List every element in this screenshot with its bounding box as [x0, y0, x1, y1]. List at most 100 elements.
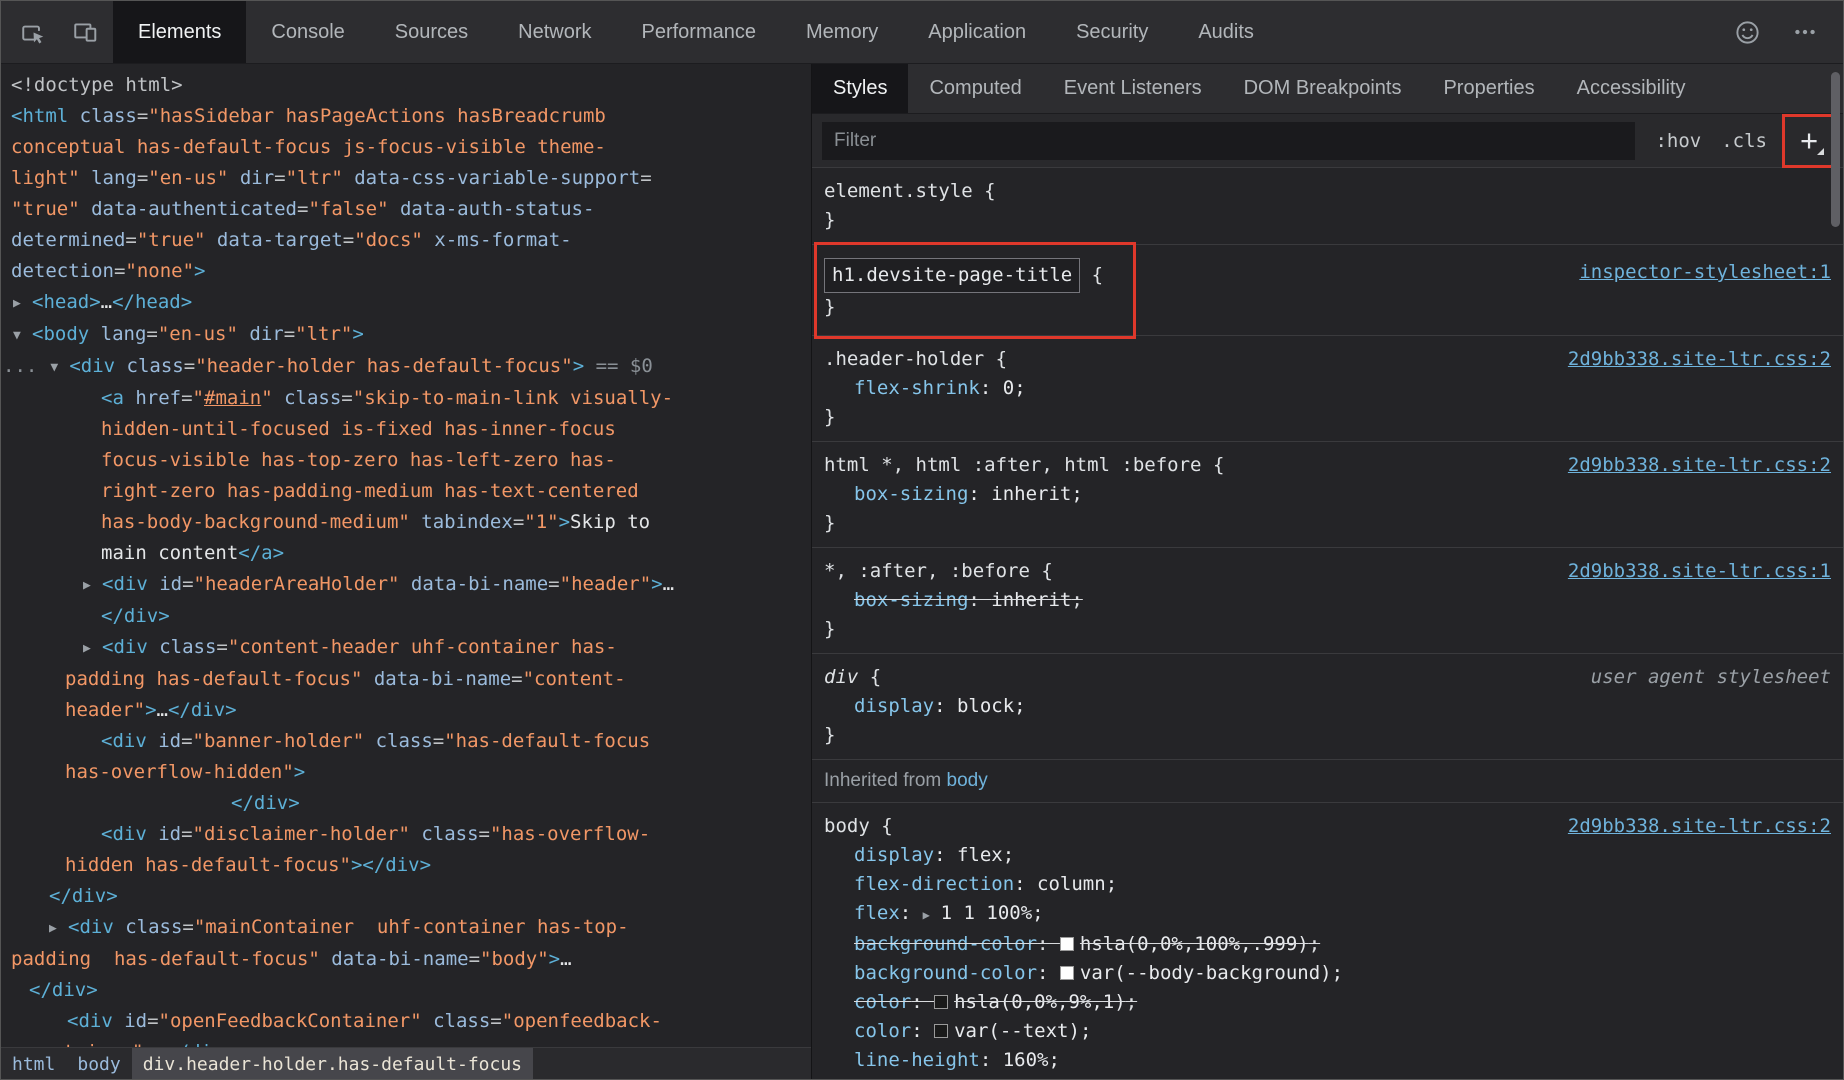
rule-selector[interactable]: *, :after, :before {	[824, 557, 1053, 586]
breadcrumb-item[interactable]: html	[1, 1048, 66, 1079]
tab-sources[interactable]: Sources	[370, 1, 493, 63]
rule-selector[interactable]: html *, html :after, html :before {	[824, 451, 1224, 480]
dom-tree-line[interactable]: conceptual has-default-focus js-focus-vi…	[1, 132, 811, 163]
dom-tree-line[interactable]: ... ▼ <div class="header-holder has-defaul…	[1, 351, 811, 383]
tab-properties[interactable]: Properties	[1422, 64, 1555, 113]
css-declaration[interactable]: display: flex;	[824, 841, 1831, 870]
color-swatch-icon[interactable]	[1059, 937, 1074, 951]
feedback-smiley-icon[interactable]	[1725, 10, 1769, 54]
stylesheet-link[interactable]: 2d9bb338.site-ltr.css:2	[1568, 812, 1831, 841]
scrollbar-thumb[interactable]	[1831, 72, 1840, 227]
dom-tree-line[interactable]: padding has-default-focus" data-bi-name=…	[1, 664, 811, 695]
dom-tree-line[interactable]: ▶ <div id="headerAreaHolder" data-bi-name…	[1, 569, 811, 601]
color-swatch-icon[interactable]	[1059, 966, 1074, 980]
collapse-arrow-icon[interactable]: ▶	[13, 288, 32, 319]
css-declaration[interactable]: color: hsla(0,0%,9%,1);	[824, 988, 1831, 1017]
rule-selector[interactable]: element.style {	[824, 177, 996, 206]
css-declaration[interactable]: box-sizing: inherit;	[824, 480, 1831, 509]
tab-audits[interactable]: Audits	[1173, 1, 1279, 63]
device-toolbar-icon[interactable]	[63, 10, 107, 54]
tab-security[interactable]: Security	[1051, 1, 1173, 63]
color-swatch-icon[interactable]	[934, 1024, 949, 1038]
dom-tree-line[interactable]: has-body-background-medium" tabindex="1"…	[1, 507, 811, 538]
rule-selector[interactable]: h1.devsite-page-title {	[824, 258, 1103, 293]
more-options-icon[interactable]	[1783, 10, 1827, 54]
dom-tree-line[interactable]: focus-visible has-top-zero has-left-zero…	[1, 445, 811, 476]
dom-tree-line[interactable]: "true" data-authenticated="false" data-a…	[1, 194, 811, 225]
dom-tree-line[interactable]: </div>	[1, 881, 811, 912]
dom-tree-line[interactable]: <div id="banner-holder" class="has-defau…	[1, 726, 811, 757]
dom-tree-line[interactable]: <div id="openFeedbackContainer" class="o…	[1, 1006, 811, 1037]
dom-tree-line[interactable]: detection="none">	[1, 256, 811, 287]
dom-tree-line[interactable]: hidden has-default-focus"></div>	[1, 850, 811, 881]
dom-tree-line[interactable]: main content</a>	[1, 538, 811, 569]
collapse-arrow-icon[interactable]: ▶	[83, 633, 102, 664]
breadcrumb-item[interactable]: div.header-holder.has-default-focus	[131, 1048, 534, 1079]
dom-tree-line[interactable]: ▶ <div class="content-header uhf-containe…	[1, 632, 811, 664]
tab-styles[interactable]: Styles	[812, 64, 909, 113]
stylesheet-link[interactable]: inspector-stylesheet:1	[1579, 258, 1831, 287]
expand-arrow-icon[interactable]: ▶	[923, 901, 941, 930]
css-declaration[interactable]: flex-shrink: 0;	[824, 374, 1831, 403]
new-style-rule-button[interactable]: +	[1789, 121, 1829, 161]
tab-event-listeners[interactable]: Event Listeners	[1043, 64, 1223, 113]
dom-tree-line[interactable]: container">…</div>	[1, 1037, 811, 1047]
rule-selector[interactable]: body {	[824, 812, 893, 841]
css-declaration[interactable]: line-height: 160%;	[824, 1046, 1831, 1075]
rule-selector[interactable]: div {	[824, 663, 881, 692]
selector-text[interactable]: element.style	[824, 180, 973, 202]
expand-arrow-icon[interactable]: ▼	[50, 352, 69, 383]
rule-selector[interactable]: .header-holder {	[824, 345, 1007, 374]
styles-filter-input[interactable]	[822, 121, 1636, 160]
dom-tree-line[interactable]: </div>	[1, 975, 811, 1006]
tab-dom-breakpoints[interactable]: DOM Breakpoints	[1223, 64, 1423, 113]
tab-console[interactable]: Console	[246, 1, 369, 63]
dom-tree-line[interactable]: padding has-default-focus" data-bi-name=…	[1, 944, 811, 975]
css-declaration[interactable]: flex-direction: column;	[824, 870, 1831, 899]
css-declaration[interactable]: color: var(--text);	[824, 1017, 1831, 1046]
selector-text[interactable]: html *, html :after, html :before	[824, 454, 1202, 476]
css-declaration[interactable]: background-color: var(--body-background)…	[824, 959, 1831, 988]
dom-tree-line[interactable]: </div>	[1, 601, 811, 632]
stylesheet-link[interactable]: 2d9bb338.site-ltr.css:2	[1568, 451, 1831, 480]
element-classes-button[interactable]: .cls	[1721, 130, 1767, 152]
selector-text[interactable]: .header-holder	[824, 348, 984, 370]
dom-tree-line[interactable]: <a href="#main" class="skip-to-main-link…	[1, 383, 811, 414]
css-declaration[interactable]: min-height: 100vh;	[824, 1075, 1831, 1079]
collapse-arrow-icon[interactable]: ▶	[49, 913, 68, 944]
dom-tree-line[interactable]: ▼ <body lang="en-us" dir="ltr">	[1, 319, 811, 351]
dom-tree-line[interactable]: determined="true" data-target="docs" x-m…	[1, 225, 811, 256]
collapse-arrow-icon[interactable]: ▶	[83, 570, 102, 601]
tab-memory[interactable]: Memory	[781, 1, 903, 63]
css-declaration[interactable]: display: block;	[824, 692, 1831, 721]
css-declaration[interactable]: box-sizing: inherit;	[824, 586, 1831, 615]
inherited-node-link[interactable]: body	[947, 770, 988, 791]
selector-editor[interactable]: h1.devsite-page-title	[824, 258, 1081, 293]
dom-tree-line[interactable]: <!doctype html>	[1, 70, 811, 101]
tab-computed[interactable]: Computed	[908, 64, 1042, 113]
toggle-element-state-button[interactable]: :hov	[1655, 130, 1701, 152]
dom-tree-line[interactable]: light" lang="en-us" dir="ltr" data-css-v…	[1, 163, 811, 194]
css-declaration[interactable]: flex: ▶ 1 1 100%;	[824, 899, 1831, 930]
selector-text[interactable]: *, :after, :before	[824, 560, 1030, 582]
dom-tree-line[interactable]: <html class="hasSidebar hasPageActions h…	[1, 101, 811, 132]
dom-tree-line[interactable]: ▶ <div class="mainContainer uhf-container…	[1, 912, 811, 944]
dom-tree-line[interactable]: has-overflow-hidden">	[1, 757, 811, 788]
dom-tree-line[interactable]: right-zero has-padding-medium has-text-c…	[1, 476, 811, 507]
dom-tree-line[interactable]: ▶ <head>…</head>	[1, 287, 811, 319]
selector-text[interactable]: body	[824, 815, 870, 837]
tab-network[interactable]: Network	[493, 1, 616, 63]
selector-text[interactable]: div	[824, 666, 858, 688]
breadcrumb-item[interactable]: body	[66, 1048, 131, 1079]
dom-tree-line[interactable]: header">…</div>	[1, 695, 811, 726]
dom-tree-line[interactable]: hidden-until-focused is-fixed has-inner-…	[1, 414, 811, 445]
inspect-element-icon[interactable]	[11, 10, 55, 54]
tab-elements[interactable]: Elements	[113, 1, 247, 63]
css-declaration[interactable]: background-color: hsla(0,0%,100%,.999);	[824, 930, 1831, 959]
dom-tree-line[interactable]: <div id="disclaimer-holder" class="has-o…	[1, 819, 811, 850]
dom-tree-line[interactable]: </div>	[1, 788, 811, 819]
color-swatch-icon[interactable]	[934, 995, 949, 1009]
tab-accessibility[interactable]: Accessibility	[1556, 64, 1707, 113]
tab-performance[interactable]: Performance	[617, 1, 782, 63]
stylesheet-link[interactable]: 2d9bb338.site-ltr.css:2	[1568, 345, 1831, 374]
